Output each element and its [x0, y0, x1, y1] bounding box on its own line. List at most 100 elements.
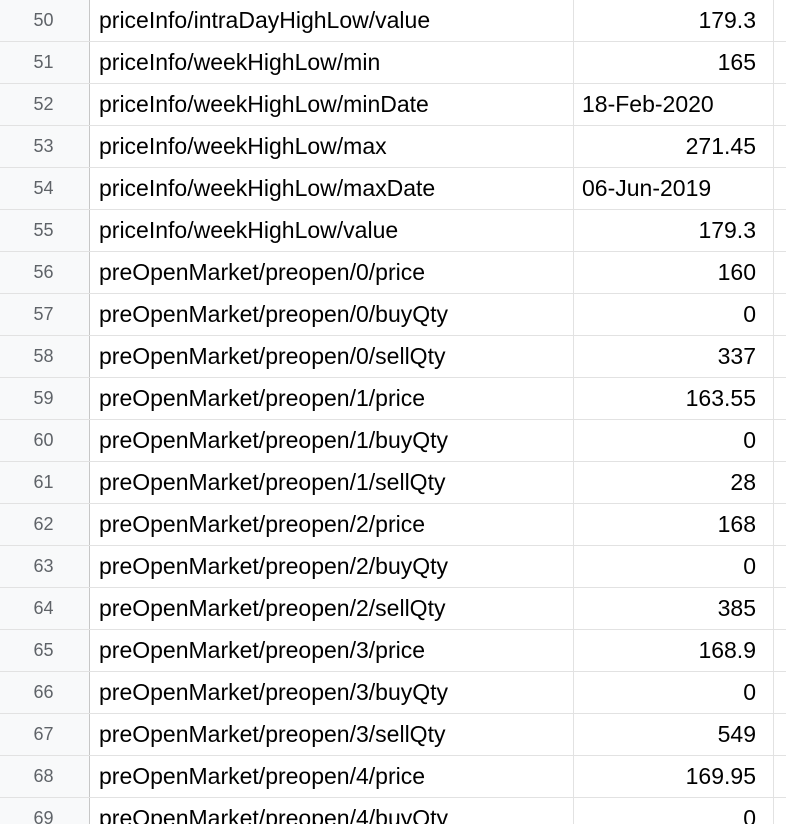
cell-value[interactable]: 0 [574, 672, 774, 713]
cell-key[interactable]: preOpenMarket/preopen/2/price [90, 504, 574, 545]
row-header[interactable]: 65 [0, 630, 90, 671]
row-header[interactable]: 55 [0, 210, 90, 251]
cell-value[interactable]: 0 [574, 294, 774, 335]
table-row: 52 priceInfo/weekHighLow/minDate 18-Feb-20… [0, 84, 786, 126]
cell-key[interactable]: preOpenMarket/preopen/1/buyQty [90, 420, 574, 461]
table-row: 53 priceInfo/weekHighLow/max 271.45 [0, 126, 786, 168]
cell-empty[interactable] [774, 756, 786, 797]
table-row: 58 preOpenMarket/preopen/0/sellQty 337 [0, 336, 786, 378]
cell-value[interactable]: 385 [574, 588, 774, 629]
cell-empty[interactable] [774, 294, 786, 335]
cell-value[interactable]: 549 [574, 714, 774, 755]
table-row: 51 priceInfo/weekHighLow/min 165 [0, 42, 786, 84]
table-row: 65 preOpenMarket/preopen/3/price 168.9 [0, 630, 786, 672]
cell-value[interactable]: 18-Feb-2020 [574, 84, 774, 125]
table-row: 62 preOpenMarket/preopen/2/price 168 [0, 504, 786, 546]
cell-value[interactable]: 168.9 [574, 630, 774, 671]
cell-key[interactable]: priceInfo/weekHighLow/max [90, 126, 574, 167]
cell-empty[interactable] [774, 798, 786, 824]
row-header[interactable]: 69 [0, 798, 90, 824]
cell-empty[interactable] [774, 126, 786, 167]
cell-empty[interactable] [774, 168, 786, 209]
row-header[interactable]: 62 [0, 504, 90, 545]
cell-empty[interactable] [774, 546, 786, 587]
table-row: 56 preOpenMarket/preopen/0/price 160 [0, 252, 786, 294]
cell-value[interactable]: 0 [574, 546, 774, 587]
cell-key[interactable]: preOpenMarket/preopen/1/price [90, 378, 574, 419]
cell-value[interactable]: 0 [574, 798, 774, 824]
cell-empty[interactable] [774, 504, 786, 545]
cell-value[interactable]: 337 [574, 336, 774, 377]
cell-empty[interactable] [774, 252, 786, 293]
table-row: 55 priceInfo/weekHighLow/value 179.3 [0, 210, 786, 252]
cell-key[interactable]: preOpenMarket/preopen/1/sellQty [90, 462, 574, 503]
row-header[interactable]: 63 [0, 546, 90, 587]
cell-value[interactable]: 169.95 [574, 756, 774, 797]
row-header[interactable]: 50 [0, 0, 90, 41]
row-header[interactable]: 68 [0, 756, 90, 797]
cell-value[interactable]: 06-Jun-2019 [574, 168, 774, 209]
row-header[interactable]: 57 [0, 294, 90, 335]
cell-key[interactable]: preOpenMarket/preopen/4/buyQty [90, 798, 574, 824]
cell-empty[interactable] [774, 588, 786, 629]
cell-key[interactable]: priceInfo/weekHighLow/maxDate [90, 168, 574, 209]
cell-empty[interactable] [774, 210, 786, 251]
cell-key[interactable]: preOpenMarket/preopen/2/buyQty [90, 546, 574, 587]
cell-key[interactable]: priceInfo/weekHighLow/minDate [90, 84, 574, 125]
cell-key[interactable]: preOpenMarket/preopen/4/price [90, 756, 574, 797]
cell-key[interactable]: preOpenMarket/preopen/0/sellQty [90, 336, 574, 377]
row-header[interactable]: 66 [0, 672, 90, 713]
row-header[interactable]: 67 [0, 714, 90, 755]
row-header[interactable]: 54 [0, 168, 90, 209]
row-header[interactable]: 60 [0, 420, 90, 461]
table-row: 54 priceInfo/weekHighLow/maxDate 06-Jun-20… [0, 168, 786, 210]
cell-empty[interactable] [774, 42, 786, 83]
cell-empty[interactable] [774, 378, 786, 419]
cell-key[interactable]: priceInfo/intraDayHighLow/value [90, 0, 574, 41]
cell-value[interactable]: 160 [574, 252, 774, 293]
cell-empty[interactable] [774, 84, 786, 125]
cell-value[interactable]: 0 [574, 420, 774, 461]
table-row: 57 preOpenMarket/preopen/0/buyQty 0 [0, 294, 786, 336]
row-header[interactable]: 58 [0, 336, 90, 377]
cell-value[interactable]: 165 [574, 42, 774, 83]
table-row: 67 preOpenMarket/preopen/3/sellQty 549 [0, 714, 786, 756]
cell-empty[interactable] [774, 336, 786, 377]
table-row: 68 preOpenMarket/preopen/4/price 169.95 [0, 756, 786, 798]
cell-key[interactable]: preOpenMarket/preopen/3/price [90, 630, 574, 671]
row-header[interactable]: 59 [0, 378, 90, 419]
cell-empty[interactable] [774, 0, 786, 41]
cell-key[interactable]: preOpenMarket/preopen/0/price [90, 252, 574, 293]
row-header[interactable]: 51 [0, 42, 90, 83]
table-row: 64 preOpenMarket/preopen/2/sellQty 385 [0, 588, 786, 630]
cell-key[interactable]: preOpenMarket/preopen/2/sellQty [90, 588, 574, 629]
sheet-grid: 50 priceInfo/intraDayHighLow/value 179.3 51… [0, 0, 786, 824]
cell-key[interactable]: preOpenMarket/preopen/0/buyQty [90, 294, 574, 335]
cell-empty[interactable] [774, 714, 786, 755]
cell-value[interactable]: 168 [574, 504, 774, 545]
cell-empty[interactable] [774, 420, 786, 461]
row-header[interactable]: 61 [0, 462, 90, 503]
cell-value[interactable]: 271.45 [574, 126, 774, 167]
cell-value[interactable]: 28 [574, 462, 774, 503]
cell-value[interactable]: 179.3 [574, 0, 774, 41]
cell-key[interactable]: preOpenMarket/preopen/3/sellQty [90, 714, 574, 755]
cell-key[interactable]: priceInfo/weekHighLow/min [90, 42, 574, 83]
table-row: 63 preOpenMarket/preopen/2/buyQty 0 [0, 546, 786, 588]
cell-value[interactable]: 163.55 [574, 378, 774, 419]
table-row: 69 preOpenMarket/preopen/4/buyQty 0 [0, 798, 786, 824]
cell-empty[interactable] [774, 672, 786, 713]
row-header[interactable]: 64 [0, 588, 90, 629]
table-row: 61 preOpenMarket/preopen/1/sellQty 28 [0, 462, 786, 504]
table-row: 59 preOpenMarket/preopen/1/price 163.55 [0, 378, 786, 420]
row-header[interactable]: 53 [0, 126, 90, 167]
cell-key[interactable]: preOpenMarket/preopen/3/buyQty [90, 672, 574, 713]
row-header[interactable]: 56 [0, 252, 90, 293]
row-header[interactable]: 52 [0, 84, 90, 125]
table-row: 66 preOpenMarket/preopen/3/buyQty 0 [0, 672, 786, 714]
cell-value[interactable]: 179.3 [574, 210, 774, 251]
cell-key[interactable]: priceInfo/weekHighLow/value [90, 210, 574, 251]
cell-empty[interactable] [774, 462, 786, 503]
cell-empty[interactable] [774, 630, 786, 671]
table-row: 60 preOpenMarket/preopen/1/buyQty 0 [0, 420, 786, 462]
